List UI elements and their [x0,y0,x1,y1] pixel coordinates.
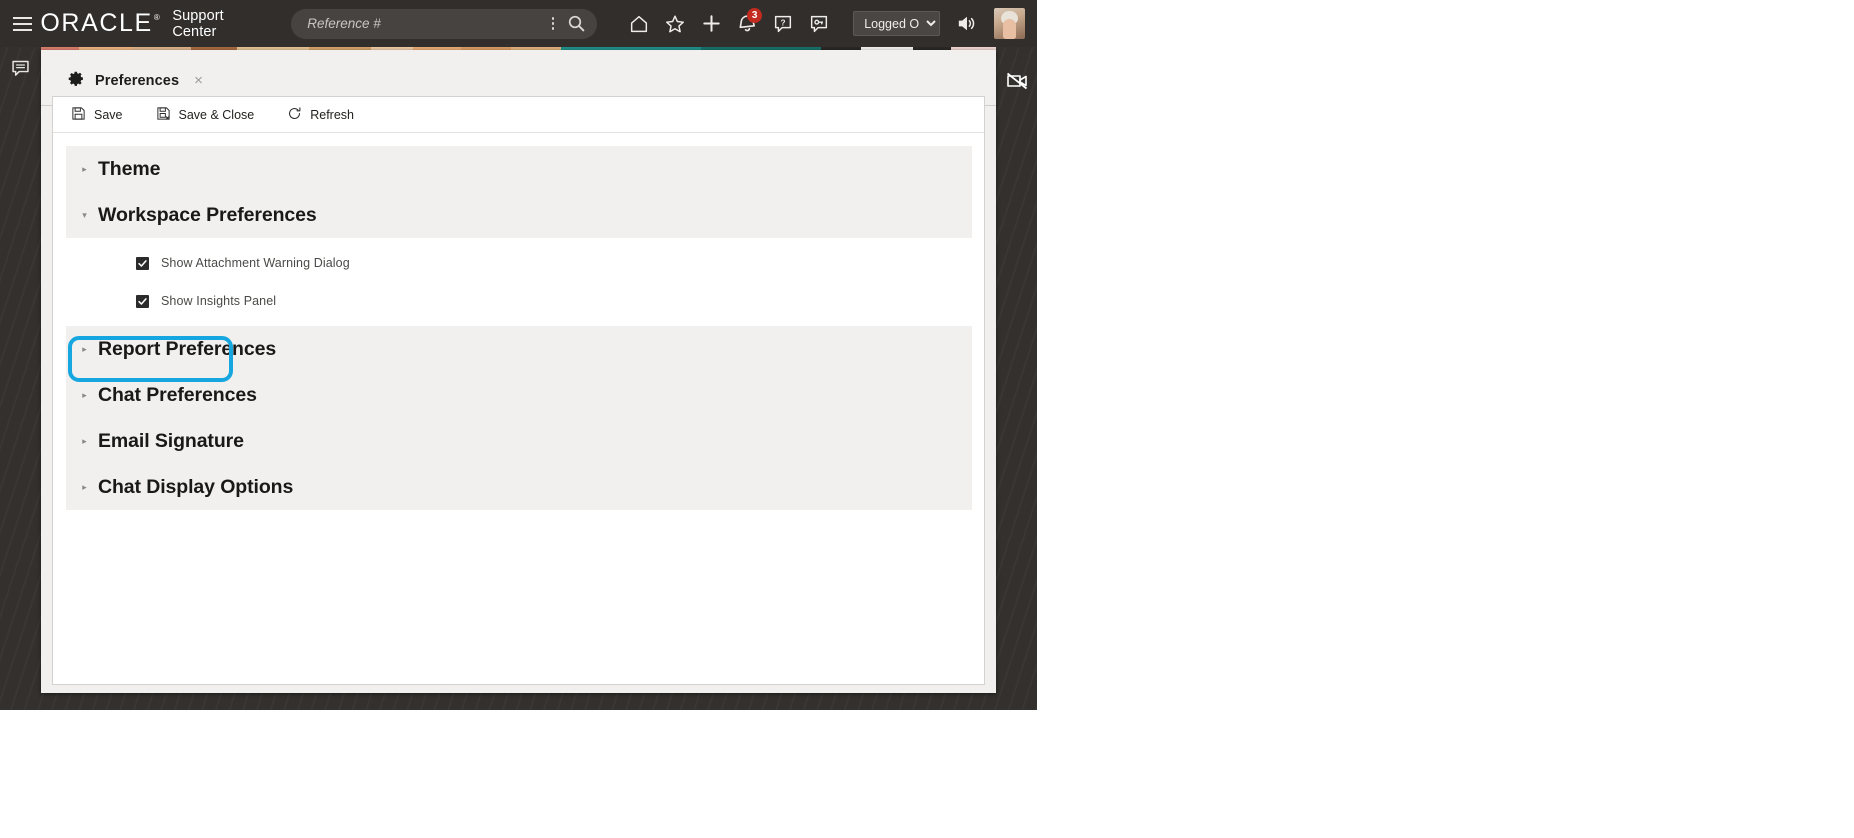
application-window: ORACLE Support Center [0,0,1037,710]
section-theme[interactable]: ▸ Theme [66,146,972,192]
app-name: Support Center [172,7,224,40]
refresh-label: Refresh [310,107,355,122]
save-close-icon [156,106,171,124]
notification-badge: 3 [747,7,763,23]
section-chat-display-options-title: Chat Display Options [98,475,294,498]
save-disk-icon [71,106,86,124]
section-email-signature[interactable]: ▸ Email Signature [66,418,972,464]
left-rail [0,47,41,710]
add-plus-icon[interactable] [695,6,727,42]
user-avatar[interactable] [994,8,1025,39]
section-chat-preferences-title: Chat Preferences [98,383,257,406]
section-report-preferences[interactable]: ▸ Report Preferences [66,326,972,372]
save-label: Save [94,107,123,122]
chevron-down-icon: ▾ [82,209,87,220]
search-icon[interactable] [561,9,591,39]
search-input[interactable] [307,16,546,31]
chevron-right-icon: ▸ [82,481,87,492]
help-question-icon[interactable]: ? [767,6,799,42]
favorites-star-icon[interactable] [659,6,691,42]
screen-share-off-icon[interactable] [1005,70,1029,94]
preferences-panel: Save Save & Close Refresh ▸ Theme ▾ Work… [52,96,985,685]
show-attachment-warning-dialog-label: Show Attachment Warning Dialog [161,256,350,270]
option-row-show-insights-panel[interactable]: Show Insights Panel [66,282,972,320]
kebab-menu-icon[interactable] [545,17,561,30]
tab-close-icon[interactable]: × [194,73,203,88]
oracle-logo: ORACLE [40,11,160,36]
hamburger-menu-icon[interactable] [0,0,34,47]
svg-text:?: ? [781,18,786,27]
section-chat-display-options[interactable]: ▸ Chat Display Options [66,464,972,510]
workspace-tabbar: Preferences × [41,50,996,106]
login-status-select[interactable]: Logged Out [853,11,941,36]
option-row-show-attachment-warning-dialog[interactable]: Show Attachment Warning Dialog [66,244,972,282]
show-attachment-warning-dialog-checkbox[interactable] [136,256,149,270]
refresh-icon [287,106,302,124]
tab-title: Preferences [95,72,180,89]
search-bar [291,8,598,39]
section-workspace-preferences-body: Show Attachment Warning Dialog Show Insi… [66,238,972,326]
refresh-button[interactable]: Refresh [284,102,368,128]
header-icon-group: 3 ? [623,6,835,42]
chevron-right-icon: ▸ [82,343,87,354]
home-icon[interactable] [623,6,655,42]
section-email-signature-title: Email Signature [98,429,244,452]
section-workspace-preferences-title: Workspace Preferences [98,203,317,226]
section-theme-title: Theme [98,157,161,180]
preferences-content: ▸ Theme ▾ Workspace Preferences Show Att… [53,133,984,510]
save-and-close-button[interactable]: Save & Close [153,102,269,128]
chevron-right-icon: ▸ [82,435,87,446]
show-insights-panel-checkbox[interactable] [136,294,149,308]
gear-icon [68,70,85,92]
speaker-volume-icon[interactable] [952,6,980,42]
global-header: ORACLE Support Center [0,0,1037,47]
section-chat-preferences[interactable]: ▸ Chat Preferences [66,372,972,418]
show-insights-panel-label: Show Insights Panel [161,294,277,308]
chevron-right-icon: ▸ [82,389,87,400]
collapsed-sections-group: ▸ Report Preferences ▸ Chat Preferences … [66,326,972,510]
section-workspace-preferences[interactable]: ▾ Workspace Preferences [66,192,972,238]
section-report-preferences-title: Report Preferences [98,337,277,360]
chat-bubble-icon[interactable] [0,47,41,89]
preferences-toolbar: Save Save & Close Refresh [53,97,984,133]
save-and-close-label: Save & Close [178,107,255,122]
preferences-workspace: Preferences × Save Save & Close Refresh … [41,50,996,693]
chat-key-icon[interactable] [803,6,835,42]
notifications-bell-icon[interactable]: 3 [731,6,763,42]
save-button[interactable]: Save [68,102,137,128]
chevron-right-icon: ▸ [82,163,87,174]
